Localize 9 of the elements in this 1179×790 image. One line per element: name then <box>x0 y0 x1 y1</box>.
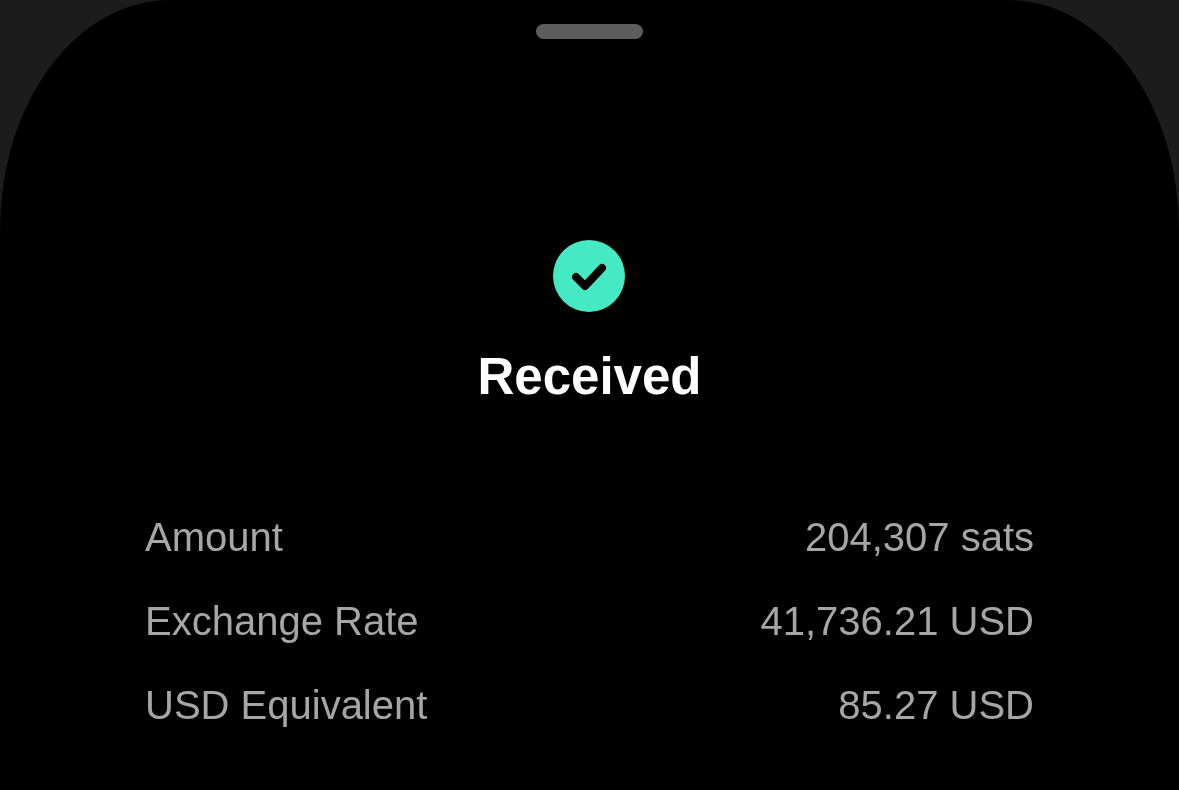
detail-label: Amount <box>145 517 283 557</box>
check-circle-icon <box>553 240 626 312</box>
detail-label: Exchange Rate <box>145 601 419 641</box>
detail-value: 41,736.21 USD <box>760 601 1034 641</box>
detail-value: 204,307 sats <box>804 517 1034 557</box>
status-title: Received <box>477 351 702 402</box>
detail-value: 85.27 USD <box>838 685 1034 725</box>
detail-label: USD Equivalent <box>145 685 428 725</box>
drag-handle[interactable] <box>536 24 643 39</box>
